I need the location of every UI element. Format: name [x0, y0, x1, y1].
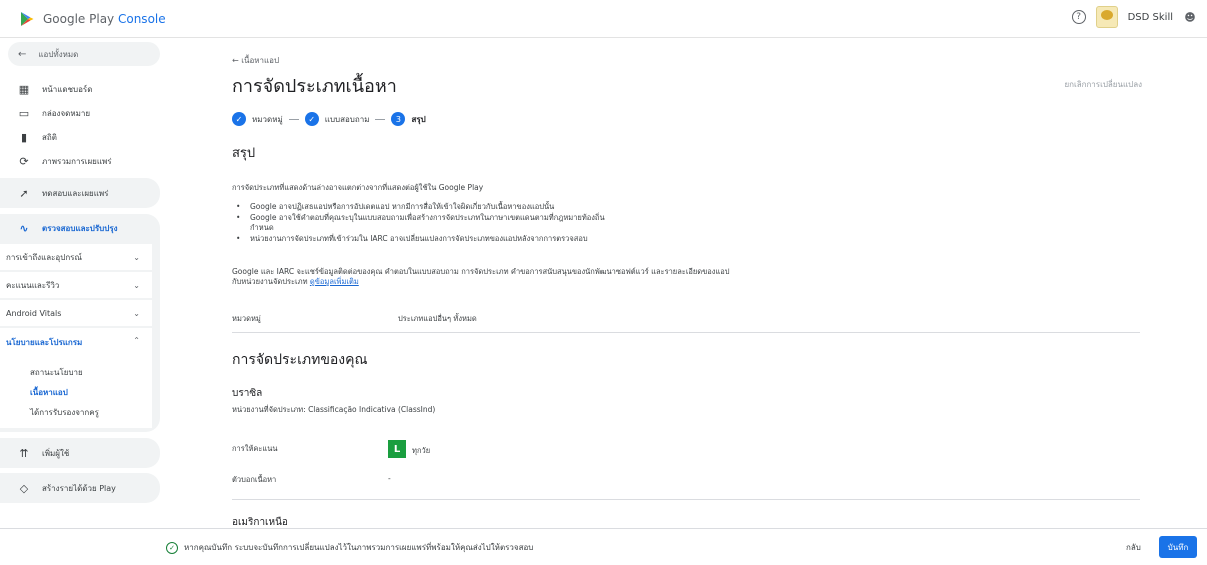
- list-item: หน่วยงานการจัดประเภทที่เข้าร่วมใน IARC อ…: [232, 234, 612, 244]
- content-descriptors-label: ตัวบอกเนื้อหา: [232, 475, 277, 484]
- brazil-authority: หน่วยงานที่จัดประเภท: Classificação Indi…: [232, 405, 436, 414]
- all-apps-label: แอปทั้งหมด: [38, 49, 79, 59]
- profile-icon[interactable]: ☻: [1183, 10, 1197, 24]
- sidebar-link-policy-status[interactable]: สถานะนโยบาย: [30, 366, 83, 379]
- developer-avatar[interactable]: [1095, 6, 1118, 28]
- account-name[interactable]: DSD Skill: [1128, 12, 1173, 23]
- bottom-save-bar: ✓ หากคุณบันทึก ระบบจะบันทึกการเปลี่ยนแปล…: [0, 528, 1207, 565]
- step-complete-check-icon: ✓: [304, 112, 319, 126]
- sidebar-item-label: การเข้าถึงและอุปกรณ์: [6, 252, 82, 262]
- sidebar-item-reach-devices[interactable]: การเข้าถึงและอุปกรณ์ ⌄: [0, 244, 152, 270]
- logo-text: Google Play Console: [43, 11, 166, 26]
- classind-l-rating-badge: L: [388, 440, 406, 458]
- sidebar-item-label: Android Vitals: [6, 308, 62, 318]
- dashboard-icon: ▦: [18, 82, 30, 96]
- back-arrow-icon: ←: [18, 48, 27, 60]
- help-icon[interactable]: ?: [1071, 10, 1086, 24]
- back-button[interactable]: กลับ: [1126, 541, 1141, 554]
- sidebar-item-label: คะแนนและรีวิว: [6, 280, 60, 290]
- sidebar-group-label: ตรวจสอบและปรับปรุง: [42, 223, 118, 233]
- top-app-bar: Google Play Console ? DSD Skill ☻: [0, 0, 1207, 38]
- chevron-down-icon: ⌄: [133, 252, 140, 262]
- step-label-category[interactable]: หมวดหมู่: [252, 113, 283, 126]
- monitor-icon: ∿: [19, 221, 29, 235]
- main-content: ← เนื้อหาแอป การจัดประเภทเนื้อหา ยกเลิกก…: [172, 38, 1200, 528]
- sidebar-item-inbox[interactable]: ▭ กล่องจดหมาย: [0, 102, 165, 124]
- save-info-text: หากคุณบันทึก ระบบจะบันทึกการเปลี่ยนแปลงไ…: [184, 543, 534, 552]
- chevron-down-icon: ⌄: [133, 308, 140, 318]
- sidebar-group-label: เพิ่มผู้ใช้: [42, 448, 70, 458]
- back-arrow-icon: ←: [232, 56, 242, 65]
- check-circle-icon: ✓: [166, 541, 178, 554]
- sidebar-item-label: กล่องจดหมาย: [42, 108, 91, 118]
- sidebar-link-app-content[interactable]: เนื้อหาแอป: [30, 386, 68, 399]
- learn-more-link[interactable]: ดูข้อมูลเพิ่มเติม: [310, 277, 359, 286]
- tag-icon: ◇: [19, 481, 29, 495]
- page-title: การจัดประเภทเนื้อหา: [232, 76, 397, 97]
- step-label-questionnaire[interactable]: แบบสอบถาม: [325, 113, 370, 126]
- chevron-down-icon: ⌄: [133, 280, 140, 290]
- sidebar-item-ratings-reviews[interactable]: คะแนนและรีวิว ⌄: [0, 272, 152, 298]
- all-apps-back-button[interactable]: ← แอปทั้งหมด: [8, 42, 160, 66]
- save-button[interactable]: บันทึก: [1159, 536, 1197, 558]
- sidebar: ← แอปทั้งหมด ▦ หน้าแดชบอร์ด ▭ กล่องจดหมา…: [0, 38, 165, 528]
- list-item: Google อาจใช้คำตอบที่คุณระบุในแบบสอบถามเ…: [232, 213, 612, 233]
- google-play-icon: [21, 11, 34, 26]
- sidebar-item-label: หน้าแดชบอร์ด: [42, 84, 93, 94]
- discard-changes-button[interactable]: ยกเลิกการเปลี่ยนแปลง: [1064, 78, 1142, 91]
- play-console-logo[interactable]: Google Play Console: [18, 10, 166, 28]
- sidebar-item-label[interactable]: นโยบายและโปรแกรม: [6, 336, 82, 349]
- sidebar-group-grow-users[interactable]: ⇈ เพิ่มผู้ใช้: [0, 438, 160, 468]
- share-note-text: กับหน่วยงานจัดประเภท: [232, 277, 310, 286]
- step-connector: [375, 118, 386, 120]
- sidebar-item-android-vitals[interactable]: Android Vitals ⌄: [0, 300, 152, 326]
- stepper: ✓ หมวดหมู่ ✓ แบบสอบถาม 3 สรุป: [232, 112, 426, 126]
- grow-icon: ⇈: [19, 446, 29, 460]
- list-item: Google อาจปฏิเสธแอปหรือการอัปเดตแอป หากม…: [232, 202, 612, 212]
- sidebar-item-publishing-overview[interactable]: ⟳ ภาพรวมการเผยแพร่: [0, 150, 165, 172]
- sidebar-group-label: สร้างรายได้ด้วย Play: [42, 483, 116, 493]
- share-note: Google และ IARC จะแชร์ข้อมูลติดต่อของคุณ…: [232, 267, 792, 287]
- chevron-up-icon[interactable]: ⌃: [133, 336, 140, 345]
- summary-heading: สรุป: [232, 146, 256, 161]
- sidebar-item-statistics[interactable]: ▮ สถิติ: [0, 126, 165, 148]
- breadcrumb[interactable]: ← เนื้อหาแอป: [232, 54, 279, 67]
- summary-bullet-list: Google อาจปฏิเสธแอปหรือการอัปเดตแอป หากม…: [232, 202, 612, 245]
- sidebar-item-label: สถิติ: [42, 132, 57, 142]
- sidebar-group-monitor-title[interactable]: ∿ ตรวจสอบและปรับปรุง: [0, 214, 160, 242]
- sidebar-item-dashboard[interactable]: ▦ หน้าแดชบอร์ด: [0, 78, 165, 100]
- breadcrumb-label: เนื้อหาแอป: [241, 56, 280, 65]
- rating-label: การให้คะแนน: [232, 444, 278, 453]
- sidebar-group-test-release[interactable]: ➚ ทดสอบและเผยแพร่: [0, 178, 160, 208]
- brazil-heading: บราซิล: [232, 388, 263, 399]
- sidebar-link-teacher-approved[interactable]: ได้การรับรองจากครู: [30, 406, 99, 419]
- step-connector: [288, 118, 299, 120]
- your-ratings-heading: การจัดประเภทของคุณ: [232, 352, 368, 368]
- divider: [232, 499, 1140, 500]
- step-number-badge: 3: [391, 112, 406, 126]
- north-america-heading: อเมริกาเหนือ: [232, 517, 288, 528]
- divider: [232, 332, 1140, 333]
- share-note-text: Google และ IARC จะแชร์ข้อมูลติดต่อของคุณ…: [232, 267, 730, 276]
- rating-value: ทุกวัย: [412, 446, 431, 455]
- sidebar-group-monetize[interactable]: ◇ สร้างรายได้ด้วย Play: [0, 473, 160, 503]
- step-complete-check-icon: ✓: [232, 112, 246, 126]
- category-label: หมวดหมู่: [232, 314, 261, 323]
- sidebar-group-monitor-improve: ∿ ตรวจสอบและปรับปรุง การเข้าถึงและอุปกรณ…: [0, 214, 160, 432]
- content-descriptors-value: -: [388, 474, 391, 483]
- stats-icon: ▮: [20, 130, 28, 144]
- sidebar-group-label: ทดสอบและเผยแพร่: [42, 188, 109, 198]
- category-value: ประเภทแอปอื่นๆ ทั้งหมด: [398, 314, 477, 323]
- inbox-icon: ▭: [18, 106, 30, 120]
- sidebar-item-label: ภาพรวมการเผยแพร่: [42, 156, 112, 166]
- publishing-overview-icon: ⟳: [19, 154, 29, 168]
- step-label-summary: สรุป: [411, 114, 426, 124]
- save-info: ✓ หากคุณบันทึก ระบบจะบันทึกการเปลี่ยนแปล…: [166, 541, 533, 554]
- summary-intro: การจัดประเภทที่แสดงด้านล่างอาจแตกต่างจาก…: [232, 183, 484, 192]
- rocket-icon: ➚: [19, 186, 29, 200]
